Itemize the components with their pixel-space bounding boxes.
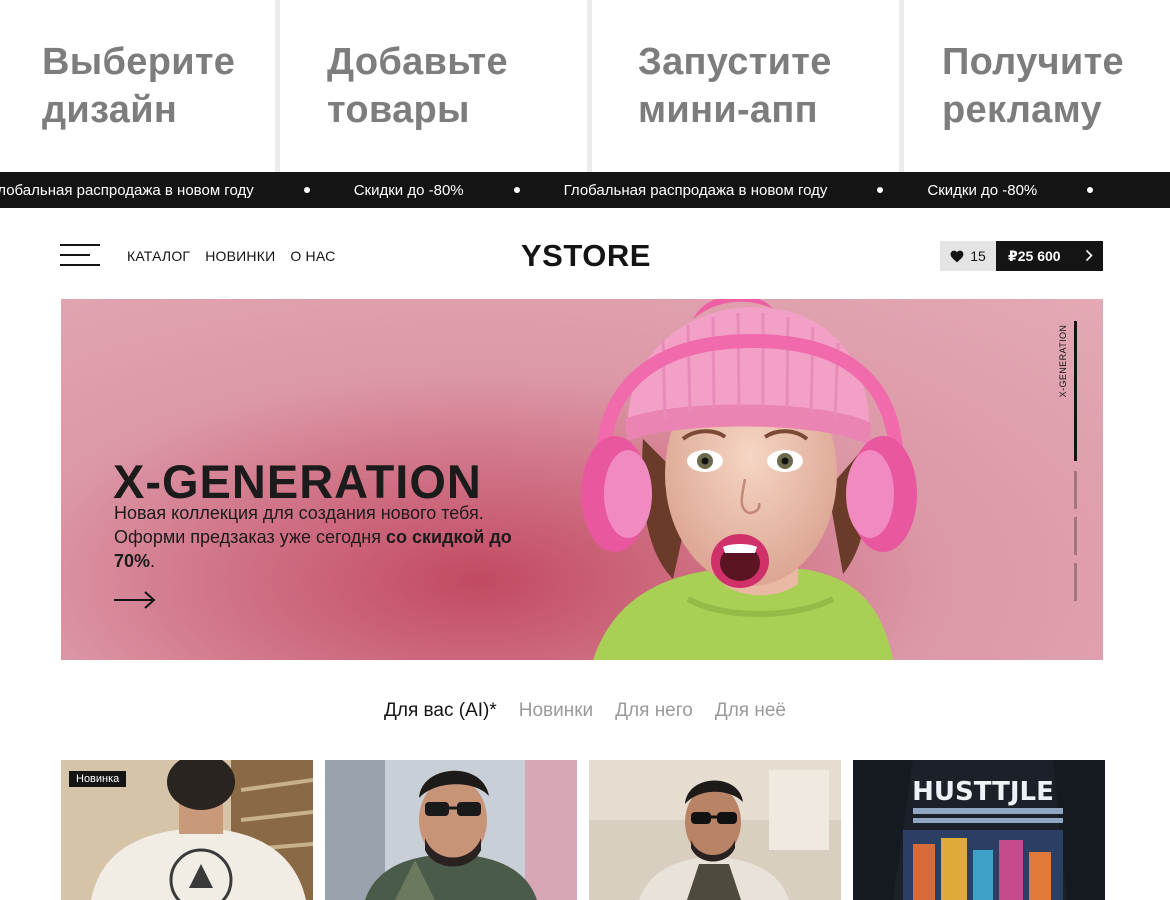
marquee-text: Глобальная распродажа в новом году: [0, 181, 254, 199]
step-add-products: Добавьте товары: [280, 0, 587, 172]
product-tabs: Для вас (AI)* Новинки Для него Для неё: [0, 700, 1170, 722]
marquee-text: Скидки до -80%: [927, 181, 1038, 199]
step-choose-design: Выберите дизайн: [0, 0, 275, 172]
product-image: [589, 760, 841, 900]
marquee-text: Скидки до -80%: [353, 181, 464, 199]
step-launch-miniapp: Запустите мини-апп: [592, 0, 899, 172]
slide-label-text: X-GENERATION: [1058, 324, 1068, 398]
slide-indicator-3[interactable]: [1074, 517, 1077, 555]
product-card[interactable]: [325, 760, 577, 900]
bullet-dot-icon: [513, 187, 520, 193]
bullet-dot-icon: [1087, 187, 1094, 193]
bullet-dot-icon: [877, 187, 884, 193]
nav-catalog[interactable]: КАТАЛОГ: [127, 248, 190, 264]
product-image: [325, 760, 577, 900]
nav-about[interactable]: О НАС: [290, 248, 335, 264]
slide-indicator-4[interactable]: [1074, 563, 1077, 601]
step-line: дизайн: [42, 89, 178, 131]
step-line: товары: [327, 89, 470, 131]
product-grid: Новинка HUSTTJLE: [61, 760, 1105, 900]
chevron-right-icon: [1085, 249, 1093, 262]
slide-indicator-1[interactable]: [1074, 321, 1077, 461]
tab-for-him[interactable]: Для него: [615, 700, 693, 722]
hero-banner[interactable]: X-GENERATION Новая коллекция для создани…: [61, 299, 1103, 660]
site-header: КАТАЛОГ НОВИНКИ О НАС YSTORE 15 ₽25 600: [60, 236, 1103, 276]
step-line: Запустите: [638, 41, 832, 83]
product-card[interactable]: [589, 760, 841, 900]
step-line: Получите: [942, 41, 1124, 83]
shirt-print-text: HUSTTJLE: [912, 777, 1054, 807]
product-card[interactable]: Новинка: [61, 760, 313, 900]
step-line: Добавьте: [327, 41, 508, 83]
tab-new[interactable]: Новинки: [519, 700, 593, 722]
header-actions: 15 ₽25 600: [940, 241, 1103, 271]
promo-marquee: Глобальная распродажа в новом году Скидк…: [0, 172, 1170, 208]
store-logo[interactable]: YSTORE: [521, 238, 651, 274]
main-nav: КАТАЛОГ НОВИНКИ О НАС: [127, 248, 335, 264]
product-image: HUSTTJLE: [853, 760, 1105, 900]
product-card[interactable]: HUSTTJLE: [853, 760, 1105, 900]
bullet-dot-icon: [303, 187, 310, 193]
hero-desc-line: Новая коллекция для создания нового тебя…: [114, 503, 484, 523]
tab-for-her[interactable]: Для неё: [715, 700, 786, 722]
menu-icon[interactable]: [60, 244, 102, 268]
marquee-text: Глобальная распродажа в новом году: [563, 181, 828, 199]
hero-model-image: [581, 299, 917, 660]
heart-icon: [950, 250, 964, 262]
arrow-right-icon[interactable]: [113, 589, 157, 611]
steps-band: Выберите дизайн Добавьте товары Запустит…: [0, 0, 1170, 172]
step-line: мини-апп: [638, 89, 818, 131]
tab-for-you-ai[interactable]: Для вас (AI)*: [384, 700, 497, 722]
cart-button[interactable]: ₽25 600: [996, 241, 1103, 271]
new-badge: Новинка: [69, 771, 127, 787]
cart-total: ₽25 600: [1008, 247, 1061, 264]
nav-new[interactable]: НОВИНКИ: [205, 248, 275, 264]
hero-desc-text: Оформи предзаказ уже сегодня: [114, 527, 386, 547]
step-line: рекламу: [942, 89, 1102, 131]
slide-side-label: X-GENERATION: [1056, 321, 1070, 401]
favorites-button[interactable]: 15: [940, 241, 996, 271]
step-line: Выберите: [42, 41, 236, 83]
step-get-ads: Получите рекламу: [904, 0, 1170, 172]
favorites-count: 15: [970, 248, 986, 264]
hero-desc-end: .: [150, 551, 156, 571]
slide-indicator-2[interactable]: [1074, 471, 1077, 509]
hero-description: Новая коллекция для создания нового тебя…: [114, 501, 544, 573]
